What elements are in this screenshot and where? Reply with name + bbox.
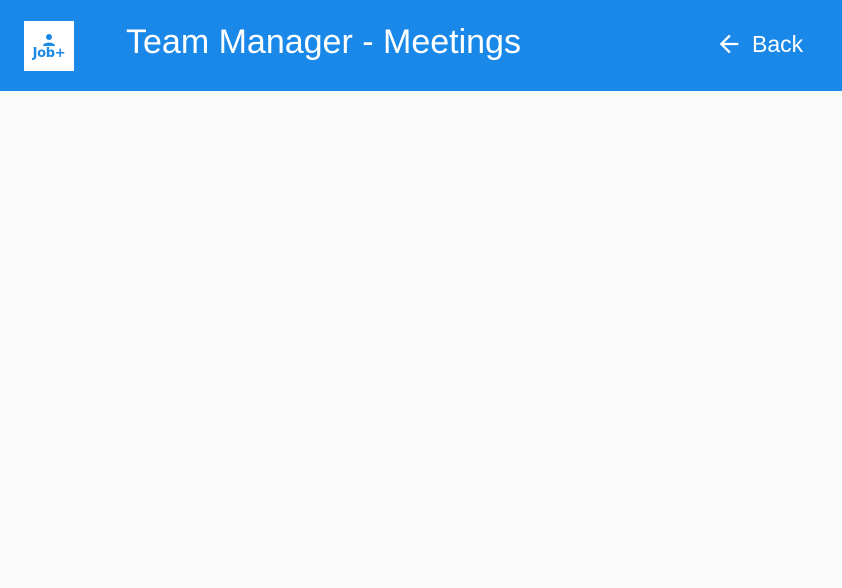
app-bar: Job+ Team Manager - Meetings Back bbox=[0, 0, 842, 91]
logo-text: Job+ bbox=[32, 45, 66, 61]
arrow-left-icon bbox=[719, 34, 739, 54]
app-logo: Job+ bbox=[24, 21, 74, 71]
back-button[interactable]: Back bbox=[715, 27, 803, 61]
page-title: Team Manager - Meetings bbox=[126, 23, 521, 61]
person-icon bbox=[43, 33, 55, 46]
back-label: Back bbox=[752, 30, 804, 57]
main-content bbox=[0, 91, 842, 588]
